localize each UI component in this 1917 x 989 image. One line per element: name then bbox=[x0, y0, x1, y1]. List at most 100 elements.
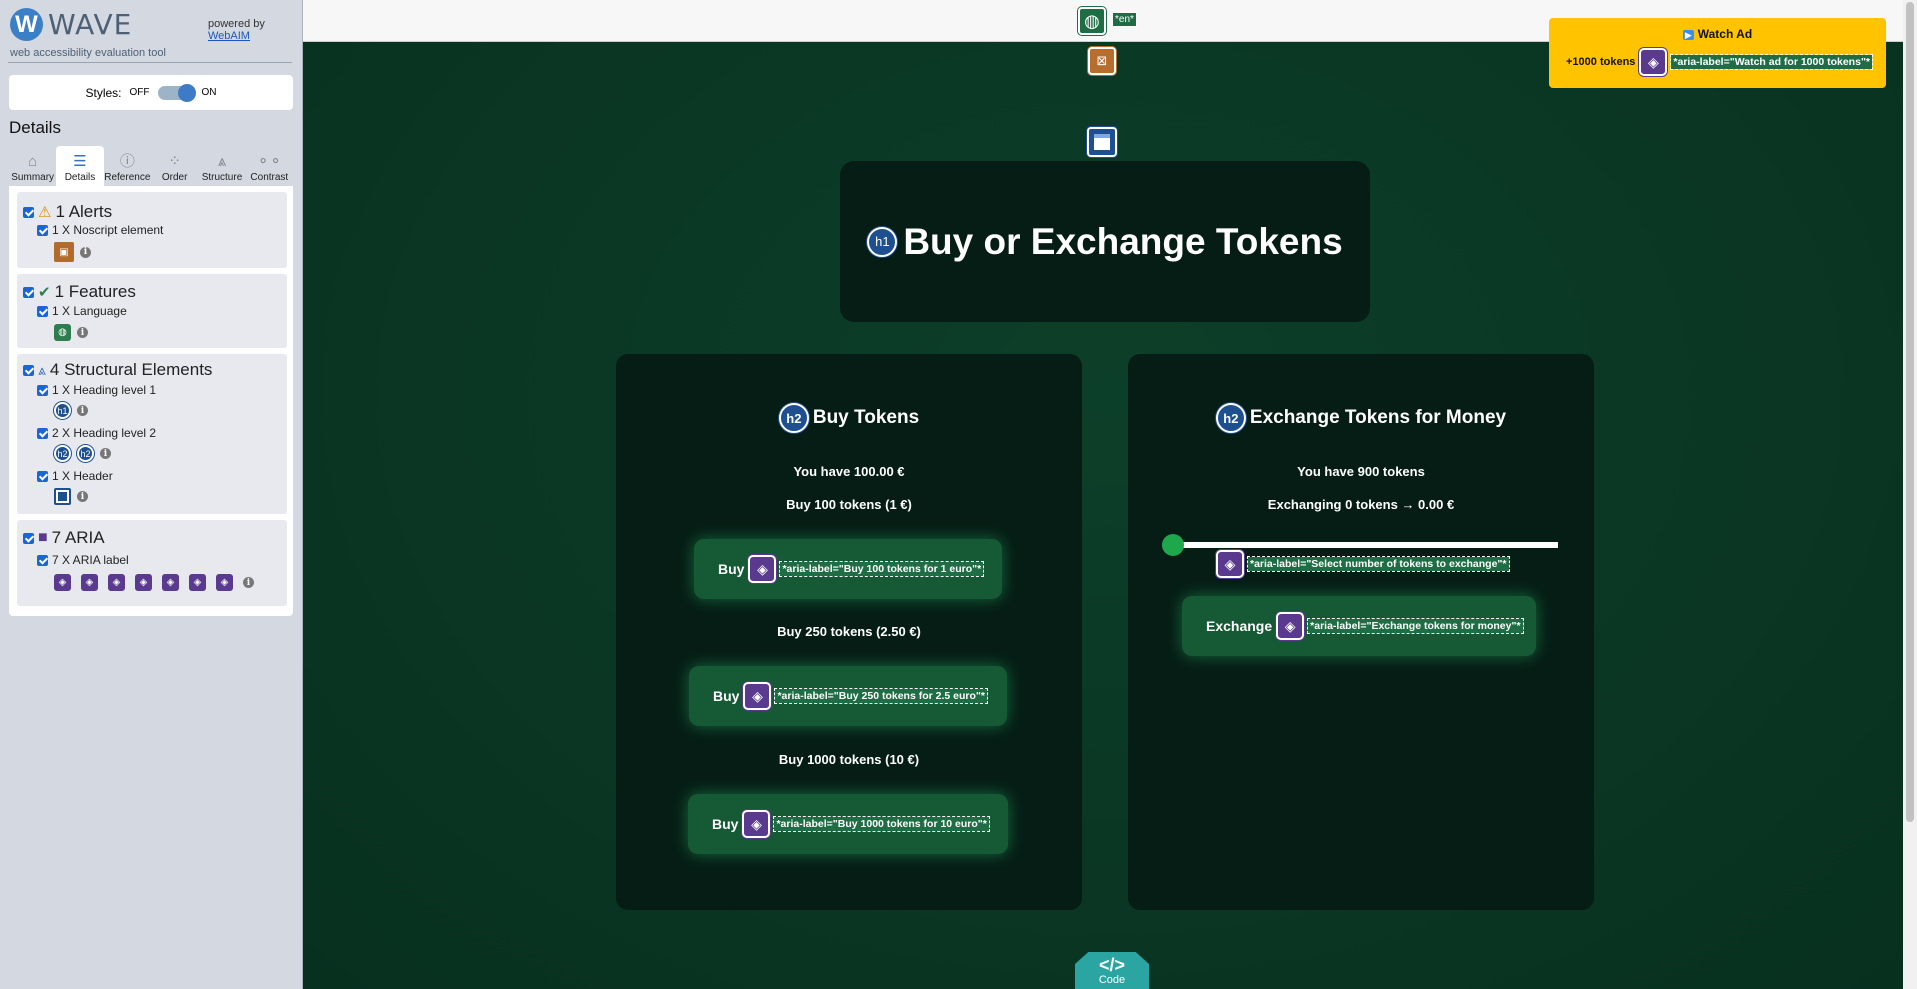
tag-icon[interactable]: ◈ bbox=[162, 574, 179, 591]
tag-icon[interactable]: ◈ bbox=[189, 574, 206, 591]
details-heading: Details bbox=[9, 118, 61, 137]
noscript-icons: ▣ i bbox=[54, 242, 91, 262]
globe-icon[interactable]: ◍ bbox=[1078, 7, 1106, 35]
info-icon[interactable]: i bbox=[77, 405, 88, 416]
structure-header: ⩓ 4 Structural Elements bbox=[23, 360, 212, 380]
h2-icon[interactable]: h2 bbox=[1215, 403, 1246, 433]
play-icon: ▶ bbox=[1682, 30, 1694, 40]
h2-checkbox[interactable] bbox=[37, 427, 48, 439]
scrollbar-thumb[interactable] bbox=[1906, 2, 1914, 822]
exchange-button[interactable]: Exchange ◈ *aria-label="Exchange tokens … bbox=[1182, 596, 1536, 656]
buy-100-button[interactable]: Buy ◈ *aria-label="Buy 100 tokens for 1 … bbox=[694, 539, 1002, 599]
info-icon[interactable]: i bbox=[77, 491, 88, 502]
noscript-alert-icon[interactable]: ⊠ bbox=[1088, 47, 1116, 75]
h2-icon[interactable]: h2 bbox=[54, 445, 71, 462]
aria-checkbox[interactable] bbox=[23, 532, 34, 544]
h2-icon[interactable]: h2 bbox=[778, 403, 809, 433]
tag-icon: ◈ bbox=[743, 682, 772, 710]
aria-label-checkbox[interactable] bbox=[37, 554, 48, 566]
tag-icon[interactable]: ◈ bbox=[81, 574, 98, 591]
exchange-button-label: Exchange bbox=[1206, 618, 1273, 634]
buy-250-button[interactable]: Buy ◈ *aria-label="Buy 250 tokens for 2.… bbox=[689, 666, 1007, 726]
watch-ad-text: Watch Ad bbox=[1697, 27, 1753, 41]
globe-icon[interactable]: ◍ bbox=[54, 324, 71, 341]
tag-icon[interactable]: ◈ bbox=[135, 574, 152, 591]
aria-label-row: 7 X ARIA label bbox=[37, 553, 129, 567]
tab-details[interactable]: ☰ Details bbox=[56, 146, 104, 186]
tab-contrast[interactable]: ⚬⚬ Contrast bbox=[246, 146, 293, 186]
contrast-icon: ⚬⚬ bbox=[256, 153, 282, 170]
buy-option-label: Buy 100 tokens (1 €) bbox=[786, 497, 912, 512]
structure-checkbox[interactable] bbox=[23, 364, 34, 376]
h1-icon[interactable]: h1 bbox=[54, 402, 71, 419]
order-icon: ⁘ bbox=[168, 153, 181, 170]
tab-label: Details bbox=[64, 172, 96, 183]
tag-icon: ◈ bbox=[748, 555, 777, 583]
info-icon[interactable]: i bbox=[80, 246, 91, 258]
tag-icon[interactable]: ◈ bbox=[108, 574, 125, 591]
scrollbar[interactable] bbox=[1903, 0, 1917, 989]
structure-section: ⩓ 4 Structural Elements 1 X Heading leve… bbox=[17, 354, 287, 514]
h2-label: 2 X Heading level 2 bbox=[52, 426, 157, 440]
tag-icon[interactable]: ◈ bbox=[54, 574, 71, 591]
buy-button-label: Buy bbox=[718, 561, 745, 577]
buy-tokens-card: h2 Buy Tokens You have 100.00 € Buy 100 t… bbox=[616, 354, 1082, 910]
info-icon[interactable]: i bbox=[243, 577, 254, 588]
exchange-heading-text: Exchange Tokens for Money bbox=[1249, 407, 1507, 428]
exchange-tokens-heading: h2 Exchange Tokens for Money bbox=[1128, 403, 1594, 433]
page-header: h1 Buy or Exchange Tokens bbox=[840, 161, 1370, 322]
webaim-link[interactable]: WebAIM bbox=[208, 30, 265, 42]
code-icon: </> bbox=[1098, 955, 1126, 975]
styles-label: Styles: bbox=[85, 85, 122, 100]
alerts-checkbox[interactable] bbox=[23, 206, 34, 218]
info-icon[interactable]: i bbox=[77, 327, 88, 338]
styles-toggle[interactable] bbox=[157, 83, 196, 102]
wave-tabs: ⌂ Summary ☰ Details ⓘ Reference ⁘ Order ⩓ Str… bbox=[9, 146, 293, 186]
header-checkbox[interactable] bbox=[37, 470, 48, 482]
header-icon[interactable] bbox=[54, 488, 71, 505]
buy-button-label: Buy bbox=[713, 688, 740, 704]
language-label: 1 X Language bbox=[52, 304, 127, 318]
tab-summary[interactable]: ⌂ Summary bbox=[9, 146, 56, 186]
structure-icon: ⩓ bbox=[217, 153, 227, 170]
h1-checkbox[interactable] bbox=[37, 384, 48, 396]
tab-label: Structure bbox=[201, 172, 243, 183]
exchange-tokens-card: h2 Exchange Tokens for Money You have 900… bbox=[1128, 354, 1594, 910]
tag-icon[interactable]: ◈ bbox=[216, 574, 233, 591]
tab-label: Contrast bbox=[250, 172, 289, 183]
buy-1000-button[interactable]: Buy ◈ *aria-label="Buy 1000 tokens for 1… bbox=[688, 794, 1008, 854]
tab-structure[interactable]: ⩓ Structure bbox=[198, 146, 245, 186]
slider-thumb[interactable] bbox=[1162, 534, 1184, 556]
language-row: 1 X Language bbox=[37, 304, 127, 318]
balance-prefix: You have bbox=[793, 464, 854, 479]
tab-order[interactable]: ⁘ Order bbox=[151, 146, 198, 186]
balance-value: 900 tokens bbox=[1357, 464, 1425, 479]
info-icon[interactable]: i bbox=[100, 448, 111, 459]
h1-icon[interactable]: h1 bbox=[867, 226, 898, 257]
tag-icon[interactable]: ◈ bbox=[1639, 48, 1668, 76]
tab-label: Reference bbox=[104, 172, 151, 183]
buy-option-label: Buy 250 tokens (2.50 €) bbox=[777, 624, 921, 639]
watch-ad-box[interactable]: ▶ Watch Ad +1000 tokens ◈ *aria-label="Wa… bbox=[1549, 18, 1886, 88]
h2-icon[interactable]: h2 bbox=[77, 445, 94, 462]
language-checkbox[interactable] bbox=[37, 305, 48, 317]
code-button[interactable]: </> Code bbox=[1075, 952, 1149, 989]
header-icon[interactable] bbox=[1087, 127, 1117, 157]
noscript-checkbox[interactable] bbox=[37, 224, 48, 236]
wave-logo-icon: W bbox=[10, 8, 43, 41]
slider-aria-row: ◈ *aria-label="Select number of tokens t… bbox=[1216, 550, 1510, 578]
h2-row: 2 X Heading level 2 bbox=[37, 426, 156, 440]
features-title: 1 Features bbox=[54, 282, 136, 301]
tag-icon[interactable]: ◈ bbox=[1216, 550, 1244, 578]
features-checkbox[interactable] bbox=[23, 286, 34, 298]
list-icon: ☰ bbox=[73, 153, 87, 170]
alerts-section: ⚠ 1 Alerts 1 X Noscript element ▣ i bbox=[17, 192, 287, 268]
aria-label-text: *aria-label="Buy 250 tokens for 2.5 euro… bbox=[774, 688, 988, 704]
aria-label-text: *aria-label="Exchange tokens for money"* bbox=[1307, 618, 1524, 634]
tab-reference[interactable]: ⓘ Reference bbox=[104, 146, 151, 186]
buy-button-label: Buy bbox=[712, 816, 739, 832]
noscript-icon[interactable]: ▣ bbox=[54, 242, 74, 262]
buy-option-label: Buy 1000 tokens (10 €) bbox=[778, 752, 920, 767]
wave-sidebar: W WAVE web accessibility evaluation tool… bbox=[0, 0, 303, 989]
aria-label-label: 7 X ARIA label bbox=[52, 553, 129, 567]
